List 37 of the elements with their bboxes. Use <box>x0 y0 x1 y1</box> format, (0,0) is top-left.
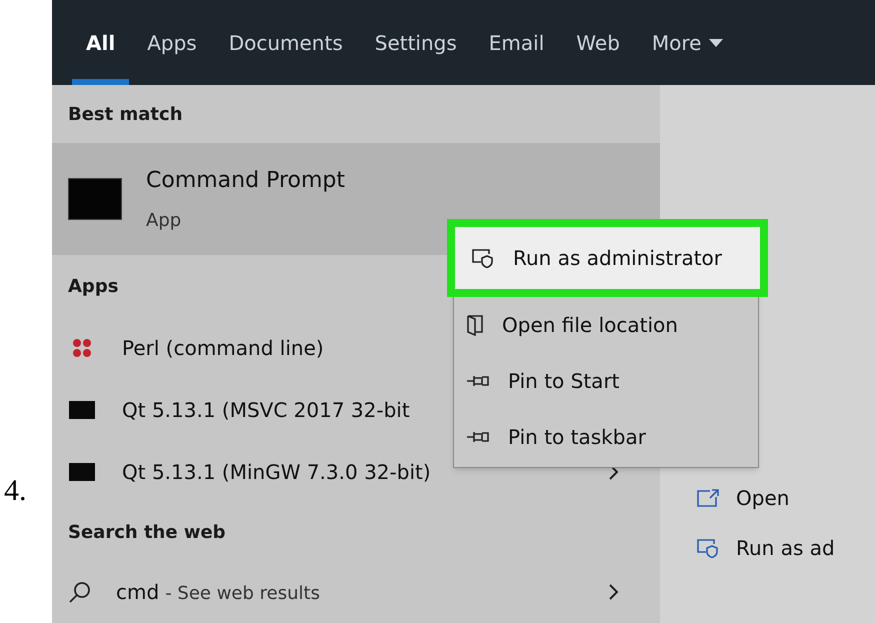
shield-window-icon <box>471 248 495 268</box>
app-name: Qt 5.13.1 (MSVC 2017 32-bit <box>122 397 411 424</box>
step-number: 4. <box>4 473 28 509</box>
app-type: App <box>146 209 182 233</box>
chevron-right-icon <box>608 583 620 601</box>
context-menu-item[interactable]: Open file location <box>454 297 758 353</box>
open-window-icon <box>696 488 720 508</box>
context-menu-item[interactable]: Pin to Start <box>454 353 758 409</box>
tab[interactable]: Apps <box>133 0 211 85</box>
dots-icon <box>72 338 92 358</box>
section-heading: Apps <box>68 274 118 298</box>
terminal-icon <box>68 178 122 220</box>
search-hint: - See web results <box>165 582 320 606</box>
section-heading: Search the web <box>68 520 226 544</box>
web-search-item[interactable]: cmd - See web results <box>52 561 660 623</box>
terminal-icon <box>69 401 95 419</box>
folder-icon <box>466 314 484 336</box>
context-menu-item[interactable]: Pin to taskbar <box>454 409 758 465</box>
app-name: Perl (command line) <box>122 335 325 362</box>
tab[interactable]: Settings <box>360 0 471 85</box>
details-action[interactable]: Run as ad <box>696 533 875 563</box>
app-title: Command Prompt <box>146 167 345 195</box>
tab[interactable]: Documents <box>214 0 357 85</box>
section-heading: Best match <box>68 102 183 126</box>
search-icon <box>68 580 92 604</box>
pin-icon <box>466 430 490 444</box>
context-menu-item[interactable]: Run as administrator <box>447 219 768 297</box>
tab[interactable]: More <box>638 0 738 85</box>
shield-window-icon <box>696 538 720 558</box>
details-action[interactable]: Open <box>696 483 875 513</box>
tab[interactable]: Email <box>474 0 558 85</box>
terminal-icon <box>69 463 95 481</box>
tab[interactable]: All <box>72 0 130 85</box>
pin-icon <box>466 374 490 388</box>
tab[interactable]: Web <box>562 0 634 85</box>
search-query: cmd <box>116 579 160 606</box>
app-name: Qt 5.13.1 (MinGW 7.3.0 32-bit) <box>122 459 432 486</box>
